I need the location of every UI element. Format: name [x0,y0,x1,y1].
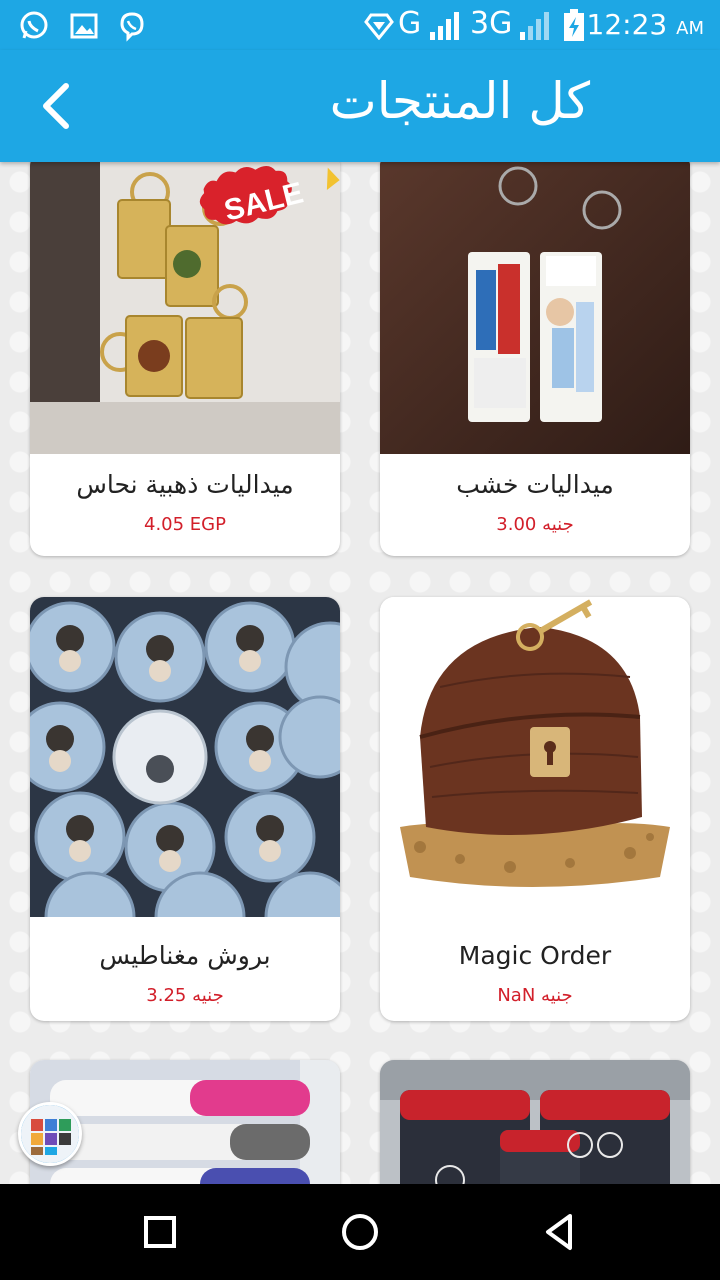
product-image [380,597,690,917]
back-button[interactable] [26,76,86,136]
product-card[interactable]: Magic Order NaN جنيه [380,597,690,1021]
product-card[interactable]: بروش مغناطيس 3.25 جنيه [30,597,340,1021]
product-price: 4.05 EGP [144,514,226,535]
status-time: 12:23 AM [587,8,704,41]
ampm-text: AM [676,18,704,39]
gallery-icon [70,13,98,39]
product-name: Magic Order [458,941,612,970]
whatsapp-icon [20,11,48,39]
page-title: كل المنتجات [329,72,590,130]
viber-icon [120,12,144,42]
apps-grid-icon [21,1105,79,1163]
signal2-icon [520,12,549,40]
product-image [380,1060,690,1184]
product-card[interactable]: ميداليات خشب 3.00 جنيه [380,162,690,556]
product-image: SALE [30,162,340,454]
product-image [380,162,690,454]
floating-avatar-button[interactable] [18,1102,82,1166]
app-bar: كل المنتجات [0,50,720,162]
recent-apps-button[interactable] [136,1208,184,1256]
product-image [30,597,340,917]
chevron-left-icon [43,83,69,129]
navigation-bar [0,1184,720,1280]
back-nav-button[interactable] [536,1208,584,1256]
signal-icon [430,12,459,40]
wifi-diamond-icon [364,13,394,40]
status-bar: G 3G 12:23 AM [0,0,720,50]
home-button[interactable] [336,1208,384,1256]
network2-type-label: 3G [470,6,513,41]
product-card[interactable] [380,1060,690,1184]
time-text: 12:23 [586,8,668,41]
product-price: 3.00 جنيه [496,514,574,535]
product-card[interactable]: SALE ميداليات ذهبية نحاس 4.05 EGP [30,162,340,556]
product-grid[interactable]: SALE ميداليات ذهبية نحاس 4.05 EGP ميدالي… [0,162,720,1184]
product-price: 3.25 جنيه [146,985,224,1006]
product-name: بروش مغناطيس [99,941,271,970]
battery-charging-icon [564,9,584,41]
product-price: NaN جنيه [497,985,573,1006]
network-type-label: G [398,6,422,41]
product-name: ميداليات ذهبية نحاس [76,470,294,499]
product-name: ميداليات خشب [456,470,614,499]
